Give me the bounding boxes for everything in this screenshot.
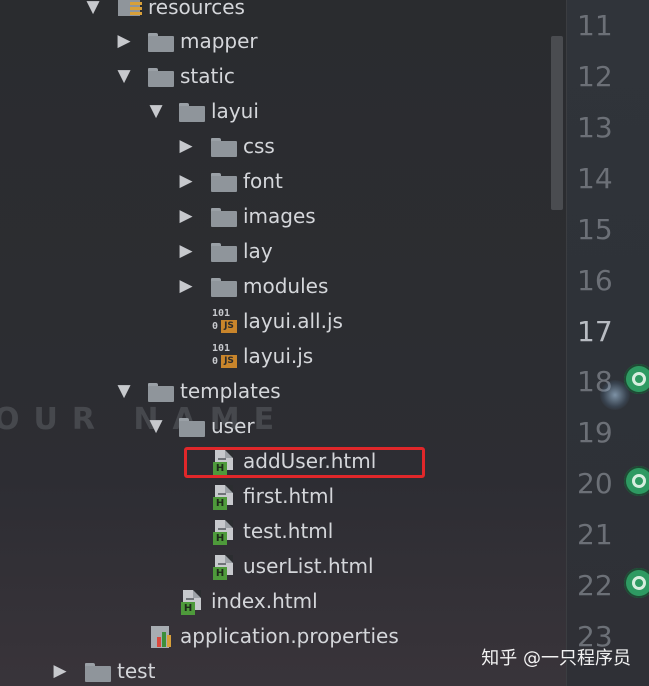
resources-folder-icon [118, 0, 144, 24]
line-number: 15 [577, 213, 613, 246]
tree-item-templates[interactable]: ▼ templates [0, 374, 560, 409]
scrollbar-thumb[interactable] [551, 36, 563, 210]
tree-item-label: images [243, 204, 316, 228]
tree-item-label: layui.js [243, 344, 314, 368]
line-number: 11 [577, 9, 613, 42]
tree-item-label: resources [148, 0, 245, 19]
tree-item-modules[interactable]: ▶ modules [0, 269, 560, 304]
tree-item-application-properties[interactable]: application.properties [0, 619, 560, 654]
tree-item-label: font [243, 169, 283, 193]
tree-item-label: first.html [243, 484, 334, 508]
zhihu-watermark: 知乎 @一只程序员 [481, 648, 631, 669]
line-number: 12 [577, 60, 613, 93]
chevron-right-icon[interactable]: ▶ [115, 32, 133, 50]
tree-item-label: layui.all.js [243, 309, 343, 333]
tree-item-layui-all-js[interactable]: 101 0 JS layui.all.js [0, 304, 560, 339]
tree-item-images[interactable]: ▶ images [0, 199, 560, 234]
line-number: 19 [577, 416, 613, 449]
line-number: 21 [577, 518, 613, 551]
tree-item-label: templates [180, 379, 281, 403]
highlight-box [184, 447, 425, 478]
folder-icon [179, 418, 205, 437]
tree-item-label: index.html [211, 589, 318, 613]
tree-item-label: static [180, 64, 235, 88]
html-file-icon: H [212, 518, 238, 546]
tree-item-layui-js[interactable]: 101 0 JS layui.js [0, 339, 560, 374]
html-file-icon: H [212, 553, 238, 581]
tree-item-static[interactable]: ▼ static [0, 59, 560, 94]
tree-item-test-html[interactable]: H test.html [0, 514, 560, 549]
chevron-down-icon[interactable]: ▼ [84, 0, 102, 16]
tree-item-lay[interactable]: ▶ lay [0, 234, 560, 269]
folder-icon [179, 103, 205, 122]
properties-file-icon [149, 623, 175, 651]
tree-item-mapper[interactable]: ▶ mapper [0, 24, 560, 59]
tree-item-label: test.html [243, 519, 334, 543]
tree-item-label: application.properties [180, 624, 399, 648]
folder-icon [211, 278, 237, 297]
tree-item-userlist-html[interactable]: H userList.html [0, 549, 560, 584]
line-number: 20 [577, 467, 613, 500]
line-number: 16 [577, 264, 613, 297]
tree-item-font[interactable]: ▶ font [0, 164, 560, 199]
tree-item-layui[interactable]: ▼ layui [0, 94, 560, 129]
js-file-icon: 101 0 JS [212, 343, 238, 371]
folder-icon [211, 208, 237, 227]
ide-screenshot: OUR NAME ▼ resources ▶ mapper ▼ static ▼… [0, 0, 649, 686]
gutter-marker-icon[interactable] [624, 568, 649, 598]
tree-item-test[interactable]: ▶ test [0, 654, 560, 686]
tree-item-index-html[interactable]: H index.html [0, 584, 560, 619]
tree-item-label: layui [211, 99, 259, 123]
tree-item-label: css [243, 134, 275, 158]
chevron-down-icon[interactable]: ▼ [115, 67, 133, 85]
chevron-right-icon[interactable]: ▶ [177, 172, 195, 190]
line-number: 14 [577, 162, 613, 195]
tree-item-user[interactable]: ▼ user [0, 409, 560, 444]
chevron-down-icon[interactable]: ▼ [147, 102, 165, 120]
line-number-current: 17 [577, 315, 613, 348]
gutter-marker-icon[interactable] [624, 466, 649, 496]
tree-item-label: mapper [180, 29, 258, 53]
folder-icon [148, 33, 174, 52]
tree-item-label: modules [243, 274, 329, 298]
editor-gutter: 11 12 13 14 15 16 17 18 19 20 21 22 23 [567, 0, 649, 686]
line-number: 22 [577, 569, 613, 602]
chevron-down-icon[interactable]: ▼ [115, 382, 133, 400]
chevron-right-icon[interactable]: ▶ [177, 207, 195, 225]
tree-item-css[interactable]: ▶ css [0, 129, 560, 164]
folder-icon [85, 663, 111, 682]
tree-item-first-html[interactable]: H first.html [0, 479, 560, 514]
html-file-icon: H [180, 588, 206, 616]
folder-icon [148, 383, 174, 402]
tree-item-label: user [211, 414, 255, 438]
chevron-right-icon[interactable]: ▶ [51, 662, 69, 680]
folder-icon [211, 138, 237, 157]
tree-item-label: test [117, 659, 156, 683]
folder-icon [211, 243, 237, 262]
chevron-right-icon[interactable]: ▶ [177, 242, 195, 260]
line-number: 13 [577, 111, 613, 144]
chevron-down-icon[interactable]: ▼ [147, 417, 165, 435]
js-file-icon: 101 0 JS [212, 308, 238, 336]
chevron-right-icon[interactable]: ▶ [177, 137, 195, 155]
project-tree: ▼ resources ▶ mapper ▼ static ▼ layui ▶ [0, 0, 566, 686]
folder-icon [211, 173, 237, 192]
chevron-right-icon[interactable]: ▶ [177, 277, 195, 295]
tree-item-resources[interactable]: ▼ resources [0, 0, 560, 25]
light-glow [600, 380, 630, 410]
tree-item-label: userList.html [243, 554, 374, 578]
html-file-icon: H [212, 483, 238, 511]
tree-item-label: lay [243, 239, 273, 263]
folder-icon [148, 68, 174, 87]
